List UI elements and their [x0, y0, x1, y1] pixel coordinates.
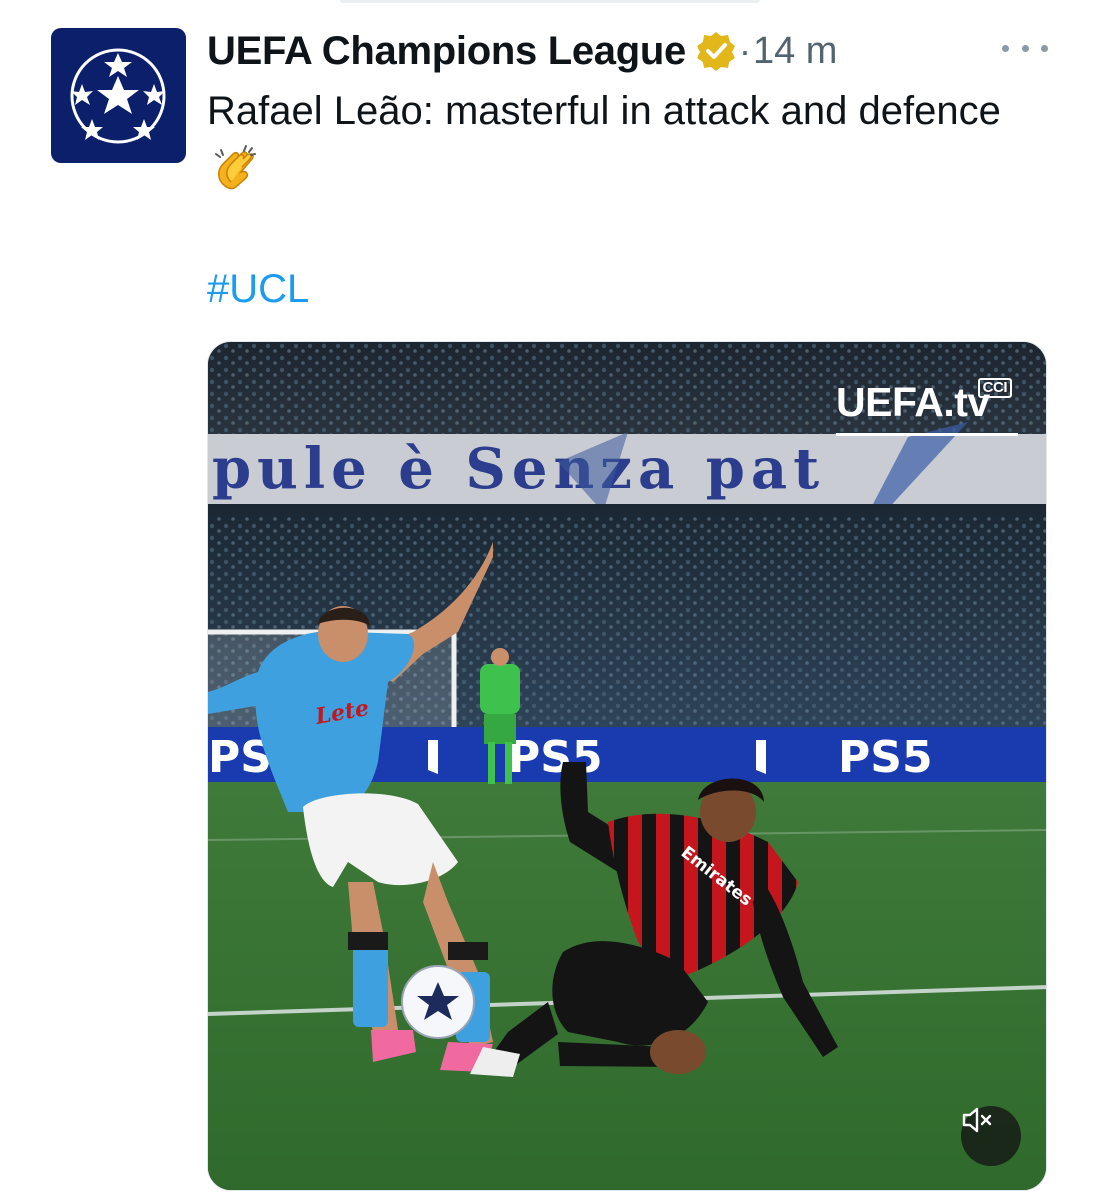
verified-badge-icon	[695, 30, 737, 72]
watermark-badge: CCI	[977, 378, 1012, 398]
tweet-text: Rafael Leão: masterful in attack and def…	[207, 89, 1001, 133]
avatar[interactable]	[51, 28, 186, 163]
video-frame: pule è Senza pat PS5 PS5 PS5 Lete Emirat…	[208, 342, 1046, 1190]
more-options-icon[interactable]	[1002, 28, 1048, 68]
tweet-header: UEFA Champions League · 14 m	[207, 24, 837, 78]
clapping-hands-icon	[211, 142, 261, 192]
starball-icon	[70, 48, 166, 144]
account-name[interactable]: UEFA Champions League	[207, 29, 686, 74]
separator-dot: ·	[738, 30, 751, 71]
timestamp[interactable]: 14 m	[753, 30, 837, 73]
video-player[interactable]: pule è Senza pat PS5 PS5 PS5 Lete Emirat…	[207, 341, 1047, 1191]
uefa-tv-watermark: UEFA.tv CCI	[836, 376, 1018, 436]
ad-text-right: PS5	[838, 732, 933, 783]
tweet-body: Rafael Leão: masterful in attack and def…	[207, 82, 1037, 198]
ad-text-mid: PS5	[508, 732, 603, 783]
mute-button[interactable]	[961, 1106, 1021, 1166]
hashtag-link[interactable]: #UCL	[207, 262, 309, 316]
banner-text: pule è Senza pat	[212, 436, 825, 502]
speaker-muted-icon	[962, 1107, 992, 1133]
watermark-text: UEFA.tv	[836, 379, 990, 425]
top-divider	[340, 0, 760, 3]
